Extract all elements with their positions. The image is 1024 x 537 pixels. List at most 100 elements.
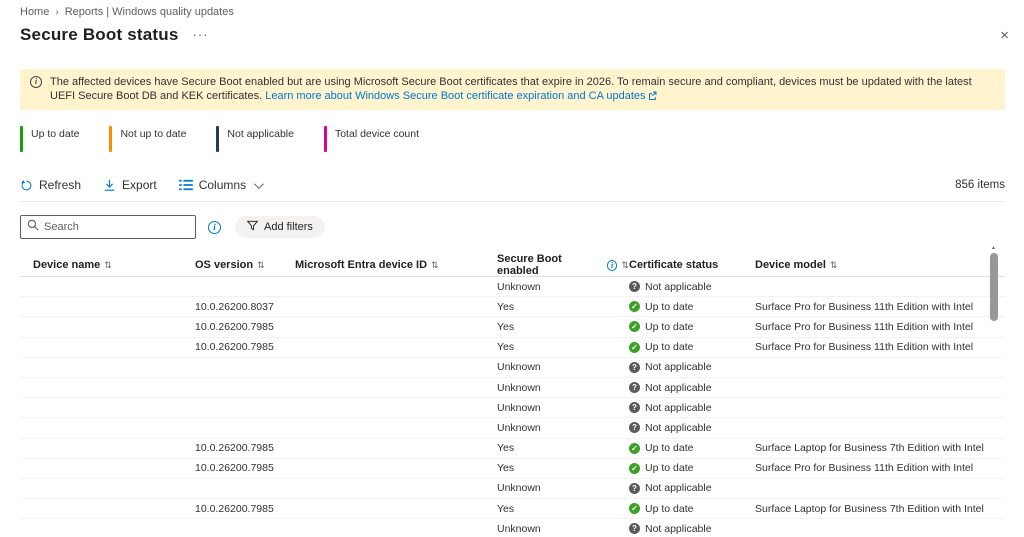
legend-label: Up to date xyxy=(31,126,79,140)
column-header-entra-device-id[interactable]: Microsoft Entra device ID⇅ xyxy=(295,259,497,271)
breadcrumb-separator: › xyxy=(55,7,58,18)
status-label: Up to date xyxy=(645,442,693,454)
legend-label: Total device count xyxy=(335,126,419,140)
status-label: Up to date xyxy=(645,321,693,333)
secure-boot-status-page: Home › Reports | Windows quality updates… xyxy=(0,0,1024,537)
status-label: Not applicable xyxy=(645,523,712,535)
cell-secure-boot-enabled: Unknown xyxy=(497,361,629,373)
table-row[interactable]: Unknown ? Not applicable xyxy=(20,378,1005,398)
export-button[interactable]: Export xyxy=(103,178,157,192)
table-body: Unknown ? Not applicable 10.0.26200.8037… xyxy=(20,277,1005,537)
column-header-certificate-status[interactable]: Certificate status xyxy=(629,259,755,271)
page-title: Secure Boot status xyxy=(20,25,179,45)
status-label: Up to date xyxy=(645,341,693,353)
status-icon: ? xyxy=(629,402,640,413)
table-row[interactable]: 10.0.26200.7985 Yes ✓ Up to date Surface… xyxy=(20,459,1005,479)
legend-label: Not up to date xyxy=(120,126,186,140)
cell-os-version: 10.0.26200.8037 xyxy=(195,301,295,313)
vertical-scrollbar[interactable]: ▲ xyxy=(990,245,998,537)
cell-device-model: Surface Pro for Business 11th Edition wi… xyxy=(755,321,985,333)
legend-color-bar xyxy=(109,126,112,152)
cell-secure-boot-enabled: Unknown xyxy=(497,382,629,394)
search-info-icon[interactable]: i xyxy=(208,221,221,234)
external-link-icon xyxy=(648,90,657,104)
column-header-os-version[interactable]: OS version⇅ xyxy=(195,259,295,271)
status-icon: ✓ xyxy=(629,443,640,454)
cell-os-version: 10.0.26200.7985 xyxy=(195,321,295,333)
cell-secure-boot-enabled: Yes xyxy=(497,462,629,474)
table-row[interactable]: 10.0.26200.7985 Yes ✓ Up to date Surface… xyxy=(20,338,1005,358)
banner-learn-more-link[interactable]: Learn more about Windows Secure Boot cer… xyxy=(265,90,645,102)
breadcrumb: Home › Reports | Windows quality updates xyxy=(20,0,1005,18)
status-icon: ? xyxy=(629,523,640,534)
status-label: Not applicable xyxy=(645,422,712,434)
command-bar: Refresh Export Columns 856 items xyxy=(20,178,1005,202)
add-filters-button[interactable]: Add filters xyxy=(235,216,325,238)
table-row[interactable]: 10.0.26200.8037 Yes ✓ Up to date Surface… xyxy=(20,297,1005,317)
filter-icon xyxy=(247,220,258,234)
status-icon: ? xyxy=(629,422,640,433)
status-label: Up to date xyxy=(645,503,693,515)
status-icon: ? xyxy=(629,362,640,373)
status-label: Not applicable xyxy=(645,281,712,293)
status-label: Not applicable xyxy=(645,382,712,394)
table-row[interactable]: Unknown ? Not applicable xyxy=(20,519,1005,537)
columns-label: Columns xyxy=(199,178,246,192)
table-row[interactable]: 10.0.26200.7985 Yes ✓ Up to date Surface… xyxy=(20,439,1005,459)
status-icon: ? xyxy=(629,382,640,393)
add-filters-label: Add filters xyxy=(264,221,313,233)
status-icon: ? xyxy=(629,483,640,494)
devices-table: Device name⇅ OS version⇅ Microsoft Entra… xyxy=(20,253,1005,537)
legend-color-bar xyxy=(20,126,23,152)
cell-device-model: Surface Pro for Business 11th Edition wi… xyxy=(755,462,985,474)
sort-icon: ⇅ xyxy=(257,260,265,271)
cell-secure-boot-enabled: Yes xyxy=(497,321,629,333)
search-input[interactable] xyxy=(44,221,189,233)
table-row[interactable]: 10.0.26200.7985 Yes ✓ Up to date Surface… xyxy=(20,499,1005,519)
columns-icon xyxy=(179,179,193,191)
breadcrumb-current: Reports | Windows quality updates xyxy=(65,6,234,18)
close-icon[interactable]: × xyxy=(1000,28,1009,43)
cell-certificate-status: ? Not applicable xyxy=(629,361,755,373)
legend-item-total-device-count: Total device count xyxy=(324,126,419,152)
table-row[interactable]: 10.0.26200.7985 Yes ✓ Up to date Surface… xyxy=(20,317,1005,337)
table-row[interactable]: Unknown ? Not applicable xyxy=(20,479,1005,499)
refresh-button[interactable]: Refresh xyxy=(20,178,81,192)
more-options-icon[interactable]: ··· xyxy=(193,30,209,40)
cell-certificate-status: ? Not applicable xyxy=(629,482,755,494)
status-icon: ? xyxy=(629,281,640,292)
cell-certificate-status: ? Not applicable xyxy=(629,523,755,535)
breadcrumb-home-link[interactable]: Home xyxy=(20,6,49,18)
sort-icon: ⇅ xyxy=(431,260,439,271)
column-header-device-model[interactable]: Device model⇅ xyxy=(755,259,985,271)
chevron-down-icon xyxy=(254,179,264,189)
cell-certificate-status: ? Not applicable xyxy=(629,422,755,434)
cell-device-model: Surface Laptop for Business 7th Edition … xyxy=(755,503,985,515)
cell-certificate-status: ? Not applicable xyxy=(629,281,755,293)
legend-color-bar xyxy=(324,126,327,152)
table-row[interactable]: Unknown ? Not applicable xyxy=(20,277,1005,297)
status-icon: ✓ xyxy=(629,342,640,353)
legend-item-not-applicable: Not applicable xyxy=(216,126,294,152)
sort-icon: ⇅ xyxy=(621,260,629,271)
columns-button[interactable]: Columns xyxy=(179,178,261,192)
cell-device-model: Surface Pro for Business 11th Edition wi… xyxy=(755,341,985,353)
column-header-secure-boot-enabled[interactable]: Secure Boot enabledi⇅ xyxy=(497,253,629,277)
banner-text: The affected devices have Secure Boot en… xyxy=(50,75,995,104)
cell-os-version: 10.0.26200.7985 xyxy=(195,503,295,515)
cell-secure-boot-enabled: Unknown xyxy=(497,422,629,434)
table-row[interactable]: Unknown ? Not applicable xyxy=(20,418,1005,438)
scroll-up-icon[interactable]: ▲ xyxy=(991,245,996,251)
column-info-icon[interactable]: i xyxy=(607,260,618,271)
column-header-device-name[interactable]: Device name⇅ xyxy=(33,259,195,271)
chart-legend: Up to date Not up to date Not applicable… xyxy=(20,126,1005,152)
cell-certificate-status: ✓ Up to date xyxy=(629,341,755,353)
scrollbar-thumb[interactable] xyxy=(990,253,998,321)
table-row[interactable]: Unknown ? Not applicable xyxy=(20,358,1005,378)
refresh-label: Refresh xyxy=(39,178,81,192)
search-box xyxy=(20,215,196,239)
table-row[interactable]: Unknown ? Not applicable xyxy=(20,398,1005,418)
legend-item-up-to-date: Up to date xyxy=(20,126,79,152)
status-label: Not applicable xyxy=(645,482,712,494)
status-icon: ✓ xyxy=(629,301,640,312)
